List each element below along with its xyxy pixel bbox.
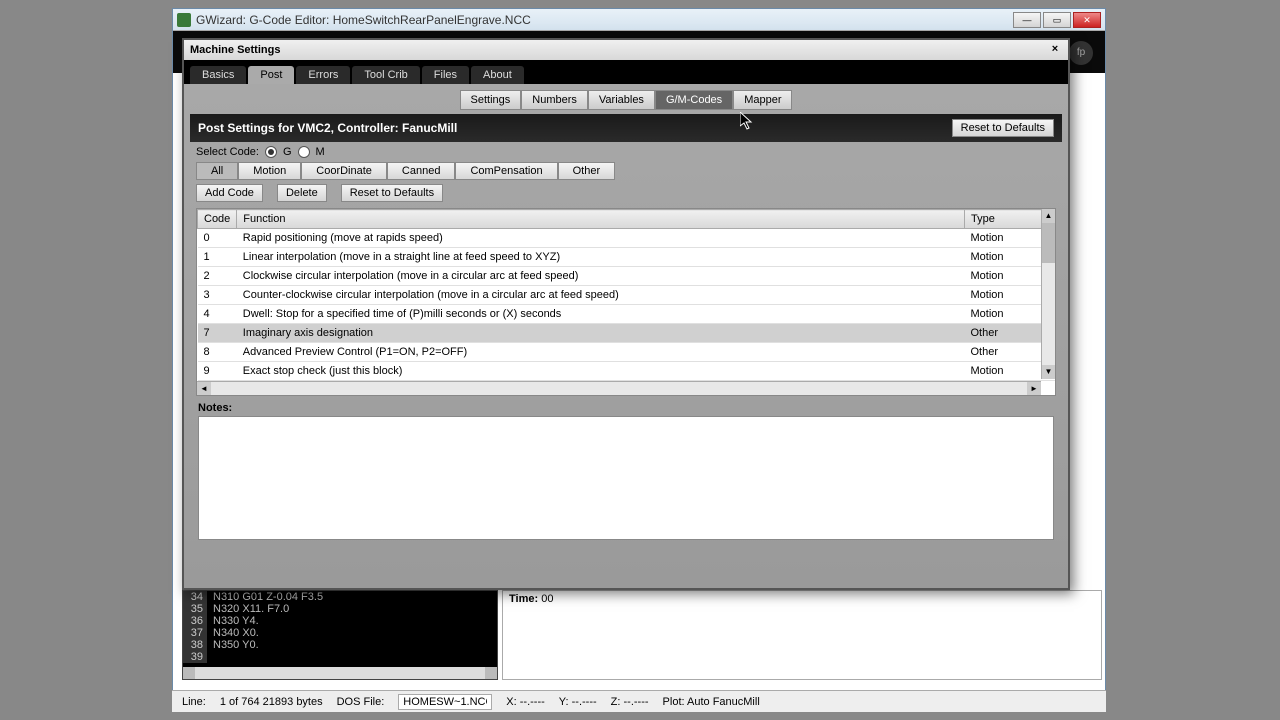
select-code-row: Select Code: G M bbox=[190, 142, 1062, 162]
tab-basics[interactable]: Basics bbox=[190, 66, 246, 84]
section-title-text: Post Settings for VMC2, Controller: Fanu… bbox=[198, 121, 457, 135]
table-row[interactable]: 2Clockwise circular interpolation (move … bbox=[198, 267, 1055, 286]
table-row[interactable]: 1Linear interpolation (move in a straigh… bbox=[198, 248, 1055, 267]
subtab-numbers[interactable]: Numbers bbox=[521, 90, 588, 110]
maximize-button[interactable]: ▭ bbox=[1043, 12, 1071, 28]
cursor-icon bbox=[740, 112, 754, 132]
dialog-titlebar: Machine Settings × bbox=[184, 40, 1068, 60]
editor-hscroll[interactable]: ◄► bbox=[183, 667, 497, 679]
line-counts: 1 of 764 21893 bytes bbox=[220, 696, 323, 708]
subtab-g-m-codes[interactable]: G/M-Codes bbox=[655, 90, 733, 110]
notes-label: Notes: bbox=[190, 398, 1062, 416]
table-row[interactable]: 4Dwell: Stop for a specified time of (P)… bbox=[198, 305, 1055, 324]
filter-compensation[interactable]: ComPensation bbox=[455, 162, 557, 180]
subtab-mapper[interactable]: Mapper bbox=[733, 90, 792, 110]
machine-settings-dialog: Machine Settings × BasicsPostErrorsTool … bbox=[182, 38, 1070, 590]
col-function[interactable]: Function bbox=[237, 210, 965, 229]
table-row[interactable]: 7Imaginary axis designationOther bbox=[198, 324, 1055, 343]
dialog-title: Machine Settings bbox=[190, 44, 280, 56]
radio-g[interactable] bbox=[265, 146, 277, 158]
subtab-settings[interactable]: Settings bbox=[460, 90, 522, 110]
statusbar: Line: 1 of 764 21893 bytes DOS File: X: … bbox=[172, 690, 1106, 712]
time-label: Time: bbox=[509, 593, 538, 605]
notes-textarea[interactable] bbox=[198, 416, 1054, 540]
delete-button[interactable]: Delete bbox=[277, 184, 327, 202]
status-x: X: --.---- bbox=[506, 696, 544, 708]
tab-about[interactable]: About bbox=[471, 66, 524, 84]
line-label: Line: bbox=[182, 696, 206, 708]
primary-tabs: BasicsPostErrorsTool CribFilesAbout bbox=[184, 60, 1068, 84]
filter-tabs: AllMotionCoorDinateCannedComPensationOth… bbox=[190, 162, 1062, 180]
scroll-left-icon[interactable]: ◄ bbox=[197, 382, 211, 395]
filter-motion[interactable]: Motion bbox=[238, 162, 301, 180]
scroll-up-icon[interactable]: ▲ bbox=[1042, 209, 1055, 223]
help-icon[interactable]: fp bbox=[1069, 41, 1093, 65]
codes-table: Code Function Type 0Rapid positioning (m… bbox=[197, 209, 1055, 396]
table-row[interactable]: 0Rapid positioning (move at rapids speed… bbox=[198, 229, 1055, 248]
select-code-label: Select Code: bbox=[196, 146, 259, 158]
table-row[interactable]: 9Exact stop check (just this block)Motio… bbox=[198, 362, 1055, 381]
table-hscroll[interactable]: ◄ ► bbox=[197, 381, 1041, 395]
scroll-down-icon[interactable]: ▼ bbox=[1042, 365, 1055, 379]
info-pane: Time: 00 bbox=[502, 590, 1102, 680]
tab-files[interactable]: Files bbox=[422, 66, 469, 84]
tab-tool-crib[interactable]: Tool Crib bbox=[352, 66, 419, 84]
subtab-variables[interactable]: Variables bbox=[588, 90, 655, 110]
filter-all[interactable]: All bbox=[196, 162, 238, 180]
status-plot: Plot: Auto FanucMill bbox=[663, 696, 760, 708]
reset-defaults-button-2[interactable]: Reset to Defaults bbox=[341, 184, 443, 202]
minimize-button[interactable]: — bbox=[1013, 12, 1041, 28]
status-y: Y: --.---- bbox=[559, 696, 597, 708]
filter-canned[interactable]: Canned bbox=[387, 162, 456, 180]
filter-coordinate[interactable]: CoorDinate bbox=[301, 162, 387, 180]
table-row[interactable]: 8Advanced Preview Control (P1=ON, P2=OFF… bbox=[198, 343, 1055, 362]
secondary-tabs: SettingsNumbersVariablesG/M-CodesMapper bbox=[190, 90, 1062, 110]
col-code[interactable]: Code bbox=[198, 210, 237, 229]
app-icon bbox=[177, 13, 191, 27]
dosfile-input[interactable] bbox=[398, 694, 492, 710]
codes-table-wrap: Code Function Type 0Rapid positioning (m… bbox=[196, 208, 1056, 396]
section-header: Post Settings for VMC2, Controller: Fanu… bbox=[190, 114, 1062, 142]
window-title: GWizard: G-Code Editor: HomeSwitchRearPa… bbox=[196, 13, 1013, 27]
titlebar: GWizard: G-Code Editor: HomeSwitchRearPa… bbox=[173, 9, 1105, 31]
dosfile-label: DOS File: bbox=[337, 696, 385, 708]
dialog-close-button[interactable]: × bbox=[1048, 43, 1062, 57]
radio-m[interactable] bbox=[298, 146, 310, 158]
table-vscroll[interactable]: ▲ ▼ bbox=[1041, 209, 1055, 379]
scroll-thumb[interactable] bbox=[1042, 223, 1055, 263]
code-editor[interactable]: 34N310 G01 Z-0.04 F3.535N320 X11. F7.036… bbox=[182, 590, 498, 680]
table-row[interactable]: 3Counter-clockwise circular interpolatio… bbox=[198, 286, 1055, 305]
time-value: 00 bbox=[541, 593, 553, 605]
tab-post[interactable]: Post bbox=[248, 66, 294, 84]
tab-errors[interactable]: Errors bbox=[296, 66, 350, 84]
add-code-button[interactable]: Add Code bbox=[196, 184, 263, 202]
close-button[interactable]: ✕ bbox=[1073, 12, 1101, 28]
reset-defaults-button[interactable]: Reset to Defaults bbox=[952, 119, 1054, 137]
filter-other[interactable]: Other bbox=[558, 162, 616, 180]
scroll-right-icon[interactable]: ► bbox=[1027, 382, 1041, 395]
status-z: Z: --.---- bbox=[611, 696, 649, 708]
